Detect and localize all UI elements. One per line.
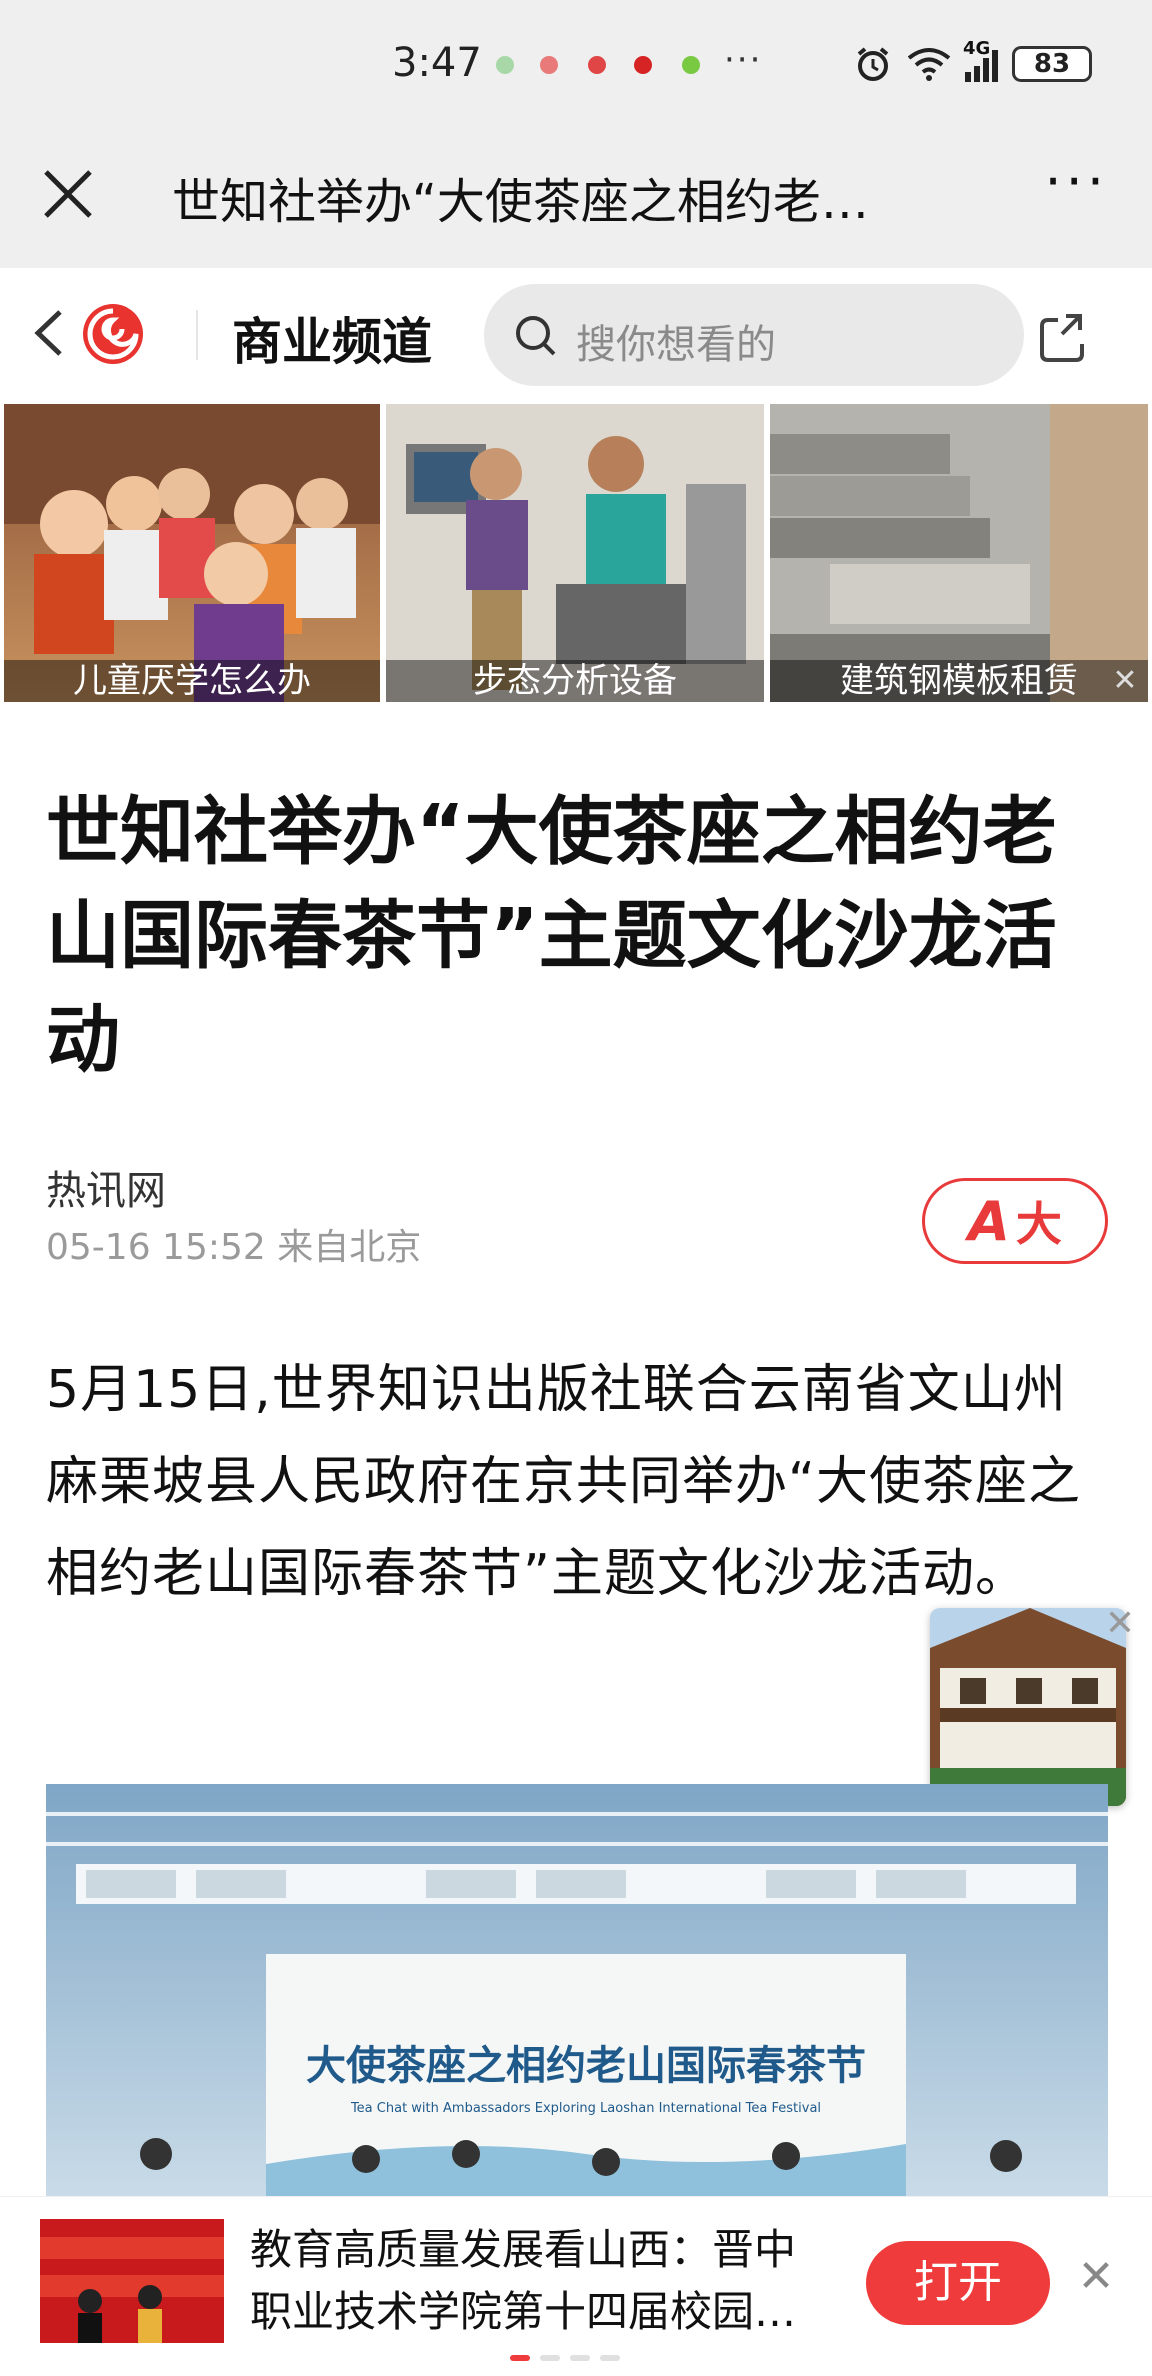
recommend-title[interactable]: 教育高质量发展看山西：晋中职业技术学院第十四届校园… [250,2219,830,2347]
article-paragraph: 5月15日,世界知识出版社联合云南省文山州麻栗坡县人民政府在京共同举办“大使茶座… [46,1360,1081,1604]
status-bar: 3:47 ··· 4G 83 [0,0,1152,134]
title-bar: 世知社举办“大使茶座之相约老… ··· [0,134,1152,268]
app-notification-icon [682,56,700,74]
ad-image [4,404,380,702]
ad-image [386,404,764,702]
app-notification-icon [588,56,606,74]
page-title: 世知社举办“大使茶座之相约老… [172,174,869,230]
share-icon[interactable] [1036,310,1092,366]
search-input[interactable]: 搜你想看的 [484,284,1024,386]
ad-caption: 步态分析设备 [386,660,764,702]
video-thumbnail [930,1608,1126,1806]
recommend-image [40,2219,224,2343]
more-notifications-icon: ··· [724,40,763,80]
article-image: 大使茶座之相约老山国际春茶节 Tea Chat with Ambassadors… [46,1784,1108,2196]
floating-video-close-icon[interactable]: ✕ [1100,1604,1140,1644]
channel-name[interactable]: 商业频道 [232,302,432,374]
wifi-icon [907,48,951,81]
article-headline: 世知社举办“大使茶座之相约老山国际春茶节”主题文化沙龙活动 [46,789,1057,1083]
font-size-label: 大 [1015,1197,1062,1251]
network-type: 4G [963,38,991,59]
alarm-icon [857,47,889,81]
clock: 3:47 [392,40,482,86]
ad-tile[interactable]: 步态分析设备 [386,404,764,702]
app-notification-icon [496,56,514,74]
ad-close-icon[interactable]: ✕ [1108,664,1142,698]
open-app-button[interactable]: 打开 [866,2241,1050,2325]
signal-icon: 4G [963,38,998,82]
article-meta: 05-16 15:52 来自北京 [46,1227,422,1268]
battery-icon: 83 [1012,46,1092,82]
more-options-button[interactable]: ··· [1045,155,1109,209]
bottom-recommend-bar[interactable]: 教育高质量发展看山西：晋中职业技术学院第十四届校园… 打开 ✕ [0,2196,1152,2376]
article-photo[interactable]: 大使茶座之相约老山国际春茶节 Tea Chat with Ambassadors… [46,1784,1108,2196]
close-icon[interactable] [36,162,100,226]
close-icon[interactable]: ✕ [1074,2255,1118,2299]
search-placeholder: 搜你想看的 [576,322,776,368]
carousel-indicator [510,2355,620,2361]
ad-caption: 儿童厌学怎么办 [4,660,380,702]
app-notification-icon [634,56,652,74]
article-source[interactable]: 热讯网 [46,1158,166,1216]
ifeng-logo-icon[interactable] [80,301,146,367]
ad-strip: 儿童厌学怎么办 步态分析设备 建筑钢模板租赁 ✕ [0,404,1152,704]
font-size-button[interactable]: A 大 [922,1178,1108,1264]
ad-tile[interactable]: 建筑钢模板租赁 ✕ [770,404,1148,702]
ad-image [770,404,1148,702]
search-icon [516,316,556,356]
ad-tile[interactable]: 儿童厌学怎么办 [4,404,380,702]
banner-subtitle: Tea Chat with Ambassadors Exploring Laos… [350,2101,821,2116]
floating-video[interactable] [930,1608,1126,1806]
channel-header: 商业频道 搜你想看的 [0,268,1152,402]
app-notification-icon [540,56,558,74]
ad-caption: 建筑钢模板租赁 [770,660,1148,702]
back-chevron-icon[interactable] [30,308,70,358]
font-size-icon: A [968,1189,1010,1253]
recommend-thumbnail [40,2219,224,2343]
divider [196,310,198,360]
banner-title: 大使茶座之相约老山国际春茶节 [306,2042,866,2089]
